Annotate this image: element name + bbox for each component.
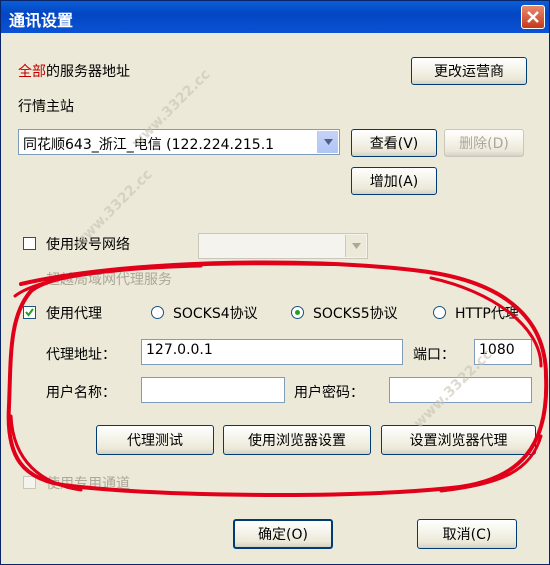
- socks4-radio[interactable]: [151, 306, 164, 319]
- special-channel-label: 使用专用通道: [46, 476, 130, 492]
- dialup-checkbox[interactable]: [23, 237, 36, 250]
- use-browser-settings-button[interactable]: 使用浏览器设置: [223, 425, 371, 455]
- title-bar[interactable]: 通讯设置: [1, 1, 549, 33]
- change-operator-button[interactable]: 更改运营商: [411, 57, 527, 85]
- set-browser-proxy-button[interactable]: 设置浏览器代理: [381, 425, 536, 455]
- socks5-radio[interactable]: [291, 306, 304, 319]
- proxy-address-label: 代理地址：: [46, 347, 116, 363]
- delete-button[interactable]: 删除(D): [444, 129, 524, 157]
- proxy-test-button[interactable]: 代理测试: [96, 425, 214, 455]
- http-label: HTTP代理: [455, 306, 519, 322]
- password-label: 用户密码：: [294, 385, 364, 401]
- special-channel-checkbox[interactable]: [23, 476, 36, 489]
- main-station-value: 同花顺643_浙江_电信 (122.224.215.1: [23, 137, 275, 153]
- server-address-label: 全部的服务器地址: [18, 61, 130, 81]
- socks5-label: SOCKS5协议: [313, 306, 398, 322]
- main-station-select[interactable]: 同花顺643_浙江_电信 (122.224.215.1: [18, 129, 340, 155]
- server-address-suffix: 的服务器地址: [46, 64, 130, 80]
- username-label: 用户名称：: [46, 385, 116, 401]
- view-button[interactable]: 查看(V): [351, 129, 437, 157]
- checkmark-icon: [25, 308, 34, 317]
- cancel-button[interactable]: 取消(C): [417, 519, 517, 549]
- close-icon: [527, 11, 539, 23]
- window-title: 通讯设置: [9, 11, 74, 30]
- username-input[interactable]: [141, 377, 285, 403]
- chevron-down-icon[interactable]: [345, 235, 366, 257]
- main-station-label: 行情主站: [18, 99, 74, 115]
- hidden-proxy-label: 超越局域网代理服务: [46, 272, 172, 288]
- server-scope-label: 全部: [18, 64, 46, 80]
- socks4-label: SOCKS4协议: [173, 306, 258, 322]
- use-proxy-checkbox[interactable]: [23, 306, 36, 319]
- chevron-down-icon[interactable]: [317, 131, 338, 153]
- http-radio[interactable]: [433, 306, 446, 319]
- dialup-select[interactable]: [198, 233, 368, 259]
- ok-button[interactable]: 确定(O): [233, 519, 333, 549]
- radio-selected-dot: [295, 310, 300, 315]
- dialog-window: 通讯设置 全部的服务器地址 更改运营商 行情主站 同花顺643_浙江_电信 (1…: [0, 0, 550, 565]
- proxy-address-input[interactable]: 127.0.0.1: [141, 339, 403, 365]
- port-label: 端口：: [413, 347, 455, 363]
- use-proxy-label: 使用代理: [46, 306, 102, 322]
- add-button[interactable]: 增加(A): [351, 167, 437, 195]
- close-button[interactable]: [521, 5, 545, 29]
